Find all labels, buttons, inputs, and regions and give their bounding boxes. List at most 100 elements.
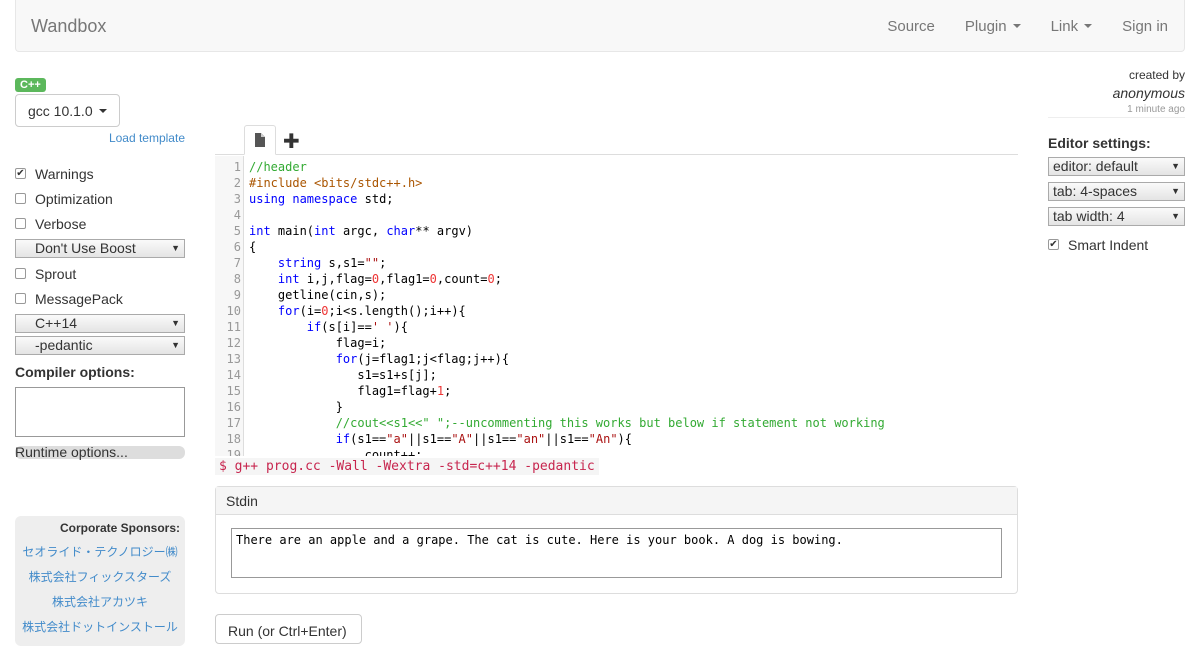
- verbose-option[interactable]: Verbose: [15, 211, 185, 236]
- smart-indent-option[interactable]: ✔ Smart Indent: [1048, 232, 1185, 257]
- corporate-sponsors-panel: Corporate Sponsors: セオライド・テクノロジー㈱ 株式会社フィ…: [15, 516, 185, 646]
- code-text: flag1=flag+1;: [249, 384, 452, 398]
- line-number: 6: [233, 240, 241, 254]
- nav-plugin-label: Plugin: [964, 17, 1007, 35]
- stdin-textarea[interactable]: There are an apple and a grape. The cat …: [231, 528, 1002, 578]
- caret-down-icon: [1084, 24, 1093, 28]
- created-time: 1 minute ago: [1048, 104, 1185, 118]
- line-number: 16: [226, 400, 241, 414]
- code-text: flag=i;: [249, 336, 387, 350]
- line-number: 17: [226, 416, 241, 430]
- editor-keybinding-select[interactable]: editor: default: [1048, 157, 1185, 176]
- navbar: Wandbox Source Plugin Link Sign in: [15, 0, 1185, 52]
- brand-logo[interactable]: Wandbox: [31, 16, 106, 37]
- line-number: 3: [233, 192, 241, 206]
- editor-settings-title: Editor settings:: [1048, 135, 1151, 151]
- line-number: 14: [226, 368, 241, 382]
- code-editor[interactable]: 1 //header 2 #include <bits/stdc++.h> 3 using…: [215, 156, 1018, 456]
- line-number: 7: [233, 256, 241, 270]
- line-number: 18: [226, 432, 241, 446]
- line-number: 5: [233, 224, 241, 238]
- sponsor-link[interactable]: セオライド・テクノロジー㈱: [15, 543, 185, 560]
- code-text: int i,j,flag=0,flag1=0,count=0;: [277, 272, 502, 286]
- code-text: s1=s1+s[j];: [249, 368, 437, 382]
- compiler-select-button[interactable]: gcc 10.1.0: [15, 94, 120, 127]
- code-text: using namespace std;: [249, 192, 394, 206]
- code-text: //header: [249, 160, 307, 174]
- nav-link-dropdown[interactable]: Link: [1051, 18, 1093, 35]
- line-number: 10: [226, 304, 241, 318]
- code-text: count++;: [249, 448, 423, 456]
- std-select[interactable]: C++14: [15, 314, 185, 333]
- messagepack-label: MessagePack: [35, 290, 123, 307]
- compiler-options-label: Compiler options:: [15, 364, 135, 380]
- compiler-options-input[interactable]: [15, 387, 185, 437]
- sponsor-link[interactable]: 株式会社フィックスターズ: [15, 568, 185, 585]
- compiler-label: gcc 10.1.0: [28, 102, 93, 119]
- line-number: 13: [226, 352, 241, 366]
- right-sidebar: created by anonymous 1 minute ago Editor…: [1048, 66, 1185, 257]
- warnings-option[interactable]: ✔ Warnings: [15, 161, 185, 186]
- smart-indent-checkbox[interactable]: ✔: [1048, 239, 1059, 250]
- runtime-options-toggle[interactable]: Runtime options...: [15, 445, 185, 459]
- sponsor-link[interactable]: 株式会社ドットインストール: [15, 618, 185, 635]
- code-text: if(s1=="a"||s1=="A"||s1=="an"||s1=="An")…: [335, 432, 632, 446]
- line-number: 8: [233, 272, 241, 286]
- nav-plugin-dropdown[interactable]: Plugin: [965, 18, 1021, 35]
- code-text: for(i=0;i<s.length();i++){: [277, 304, 466, 318]
- line-number: 19: [226, 448, 241, 456]
- pedantic-select[interactable]: -pedantic: [15, 336, 185, 355]
- sprout-label: Sprout: [35, 265, 77, 282]
- nav-source-link[interactable]: Source: [887, 18, 935, 35]
- caret-down-icon: [98, 108, 107, 113]
- add-tab-plus-icon[interactable]: ✚: [283, 129, 300, 154]
- nav-links: Source Plugin Link Sign in: [887, 0, 1168, 52]
- line-number: 2: [233, 176, 241, 190]
- warnings-label: Warnings: [35, 165, 94, 182]
- created-by-label: created by: [1128, 68, 1185, 82]
- code-text: for(j=flag1;j<flag;j++){: [335, 352, 510, 366]
- run-button[interactable]: Run (or Ctrl+Enter): [215, 614, 362, 644]
- line-number: 9: [233, 288, 241, 302]
- nav-link-label: Link: [1050, 17, 1079, 35]
- sprout-option[interactable]: Sprout: [15, 261, 185, 286]
- language-badge: C++: [15, 78, 46, 92]
- sprout-checkbox[interactable]: [15, 268, 26, 279]
- author-name: anonymous: [1112, 85, 1185, 101]
- optimization-label: Optimization: [35, 190, 113, 207]
- load-template-link[interactable]: Load template: [15, 131, 185, 145]
- boost-select[interactable]: Don't Use Boost: [15, 239, 185, 258]
- line-number: 1: [233, 160, 241, 174]
- messagepack-option[interactable]: MessagePack: [15, 286, 185, 311]
- sponsors-title: Corporate Sponsors:: [59, 521, 180, 535]
- sign-in-link[interactable]: Sign in: [1122, 18, 1168, 35]
- sponsor-link[interactable]: 株式会社アカツキ: [15, 593, 185, 610]
- line-number: 11: [226, 320, 241, 334]
- code-text: if(s[i]==' '){: [306, 320, 408, 334]
- compile-command: $ g++ prog.cc -Wall -Wextra -std=c++14 -…: [215, 458, 599, 475]
- optimization-option[interactable]: Optimization: [15, 186, 185, 211]
- code-text: int main(int argc, char** argv): [249, 224, 474, 238]
- tab-main-file[interactable]: [244, 125, 276, 155]
- smart-indent-label: Smart Indent: [1068, 236, 1149, 253]
- editor-tabs: ✚: [215, 125, 1018, 155]
- code-text: string s,s1="";: [277, 256, 387, 270]
- optimization-checkbox[interactable]: [15, 193, 26, 204]
- code-text: }: [249, 400, 343, 414]
- verbose-label: Verbose: [35, 215, 87, 232]
- line-number: 4: [233, 208, 241, 222]
- code-text: #include <bits/stdc++.h>: [249, 176, 423, 190]
- caret-down-icon: [1012, 24, 1021, 28]
- stdin-title: Stdin: [216, 487, 1017, 515]
- code-text: getline(cin,s);: [249, 288, 387, 302]
- line-number: 12: [226, 336, 241, 350]
- code-text: //cout<<s1<<" ";--uncommenting this work…: [249, 416, 885, 430]
- line-number: 15: [226, 384, 241, 398]
- file-icon: [255, 133, 265, 147]
- messagepack-checkbox[interactable]: [15, 293, 26, 304]
- tab-width-select[interactable]: tab width: 4: [1048, 207, 1185, 226]
- stdin-panel: Stdin There are an apple and a grape. Th…: [215, 486, 1018, 594]
- warnings-checkbox[interactable]: ✔: [15, 168, 26, 179]
- verbose-checkbox[interactable]: [15, 218, 26, 229]
- tab-type-select[interactable]: tab: 4-spaces: [1048, 182, 1185, 201]
